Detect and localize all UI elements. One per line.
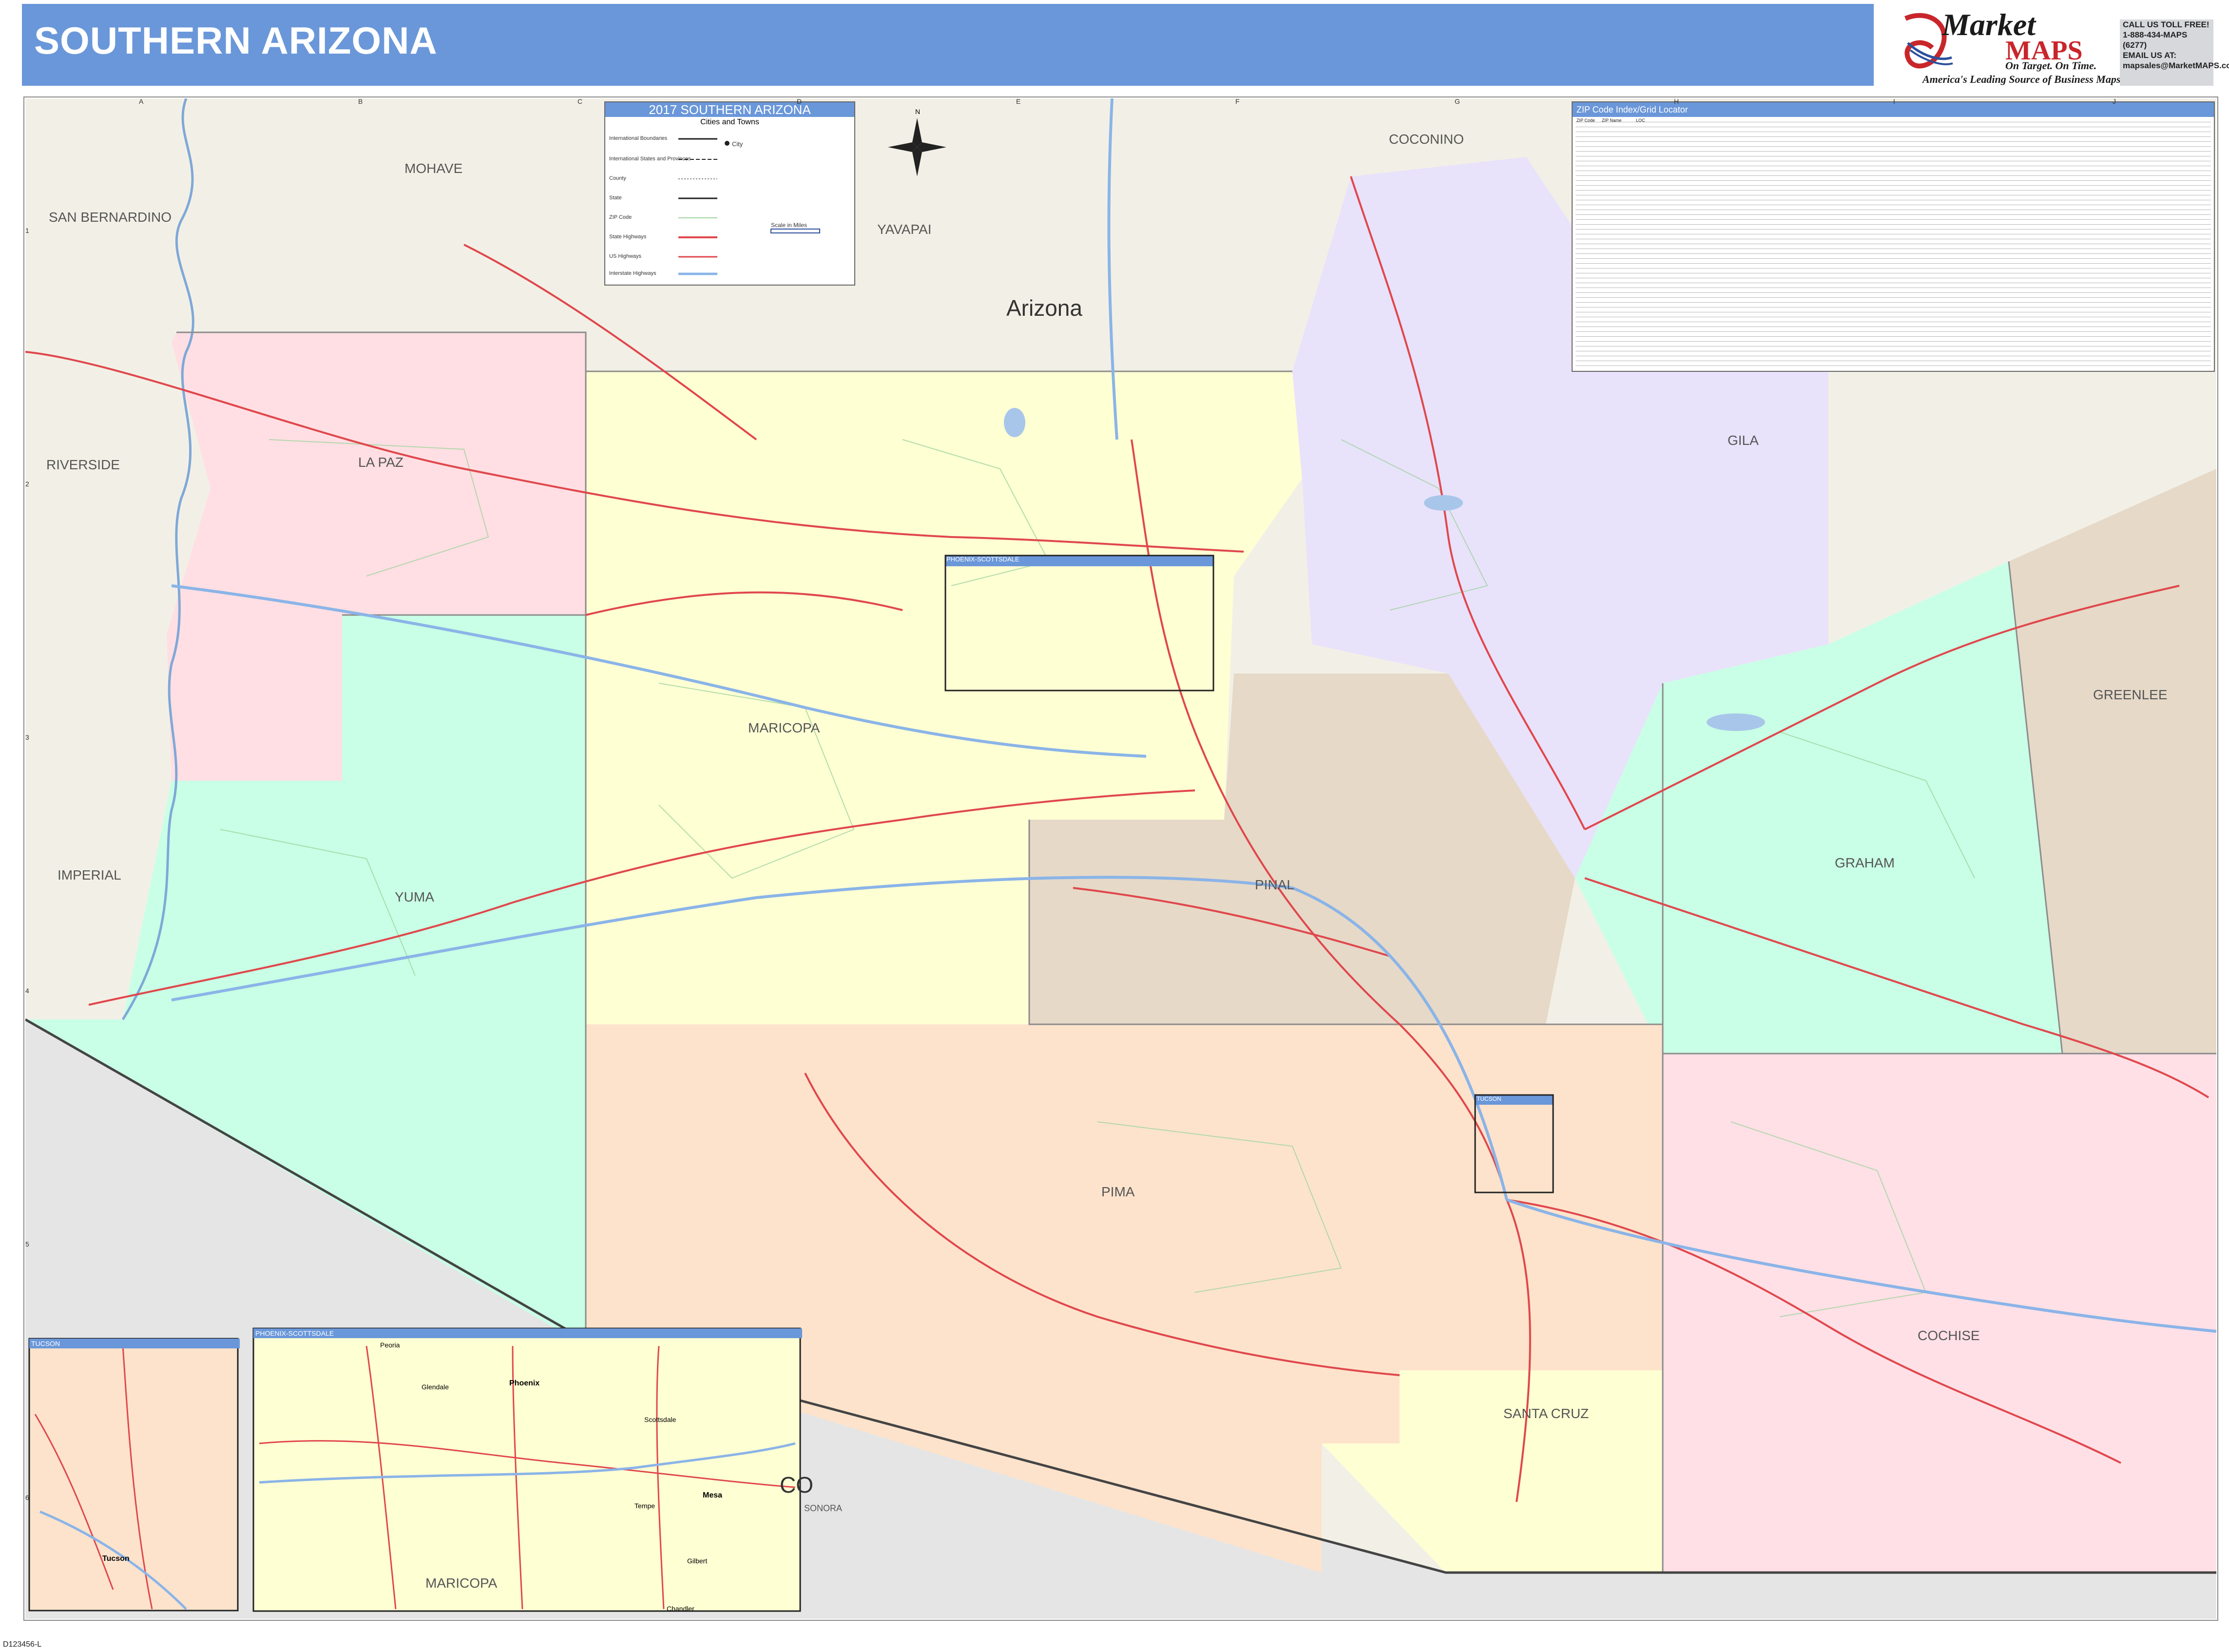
svg-text:N: N xyxy=(915,108,920,115)
inset-county-label: MARICOPA xyxy=(425,1575,498,1591)
brand-tagline: On Target. On Time. xyxy=(2005,59,2097,72)
grid-col-label: G xyxy=(1455,97,1460,105)
product-code: D123456-L xyxy=(3,1640,42,1649)
inset-city-label: Peoria xyxy=(380,1341,400,1349)
grid-col-label: C xyxy=(577,97,583,105)
county-label: RIVERSIDE xyxy=(46,457,120,472)
lake xyxy=(1424,495,1463,511)
legend-symbols xyxy=(678,138,820,275)
contact-box: CALL US TOLL FREE! 1-888-434-MAPS (6277)… xyxy=(2120,19,2229,86)
grid-col-label: B xyxy=(358,97,363,105)
county-label: MARICOPA xyxy=(748,720,820,735)
state-label: Arizona xyxy=(1006,295,1082,321)
inset-city-label: Glendale xyxy=(422,1383,449,1391)
contact-line[interactable]: 1-888-434-MAPS (6277) xyxy=(2120,30,2213,50)
county-label: COCONINO xyxy=(1389,132,1464,147)
grid-col-label: H xyxy=(1674,97,1679,105)
map-title: SOUTHERN ARIZONA xyxy=(34,19,438,62)
county-label: LA PAZ xyxy=(358,455,404,470)
zip-index: ZIP Code Index/Grid Locator ZIP Code ZIP… xyxy=(1572,101,2215,372)
tucson-locator-title[interactable]: TUCSON xyxy=(1477,1095,1501,1102)
legend: 2017 SOUTHERN ARIZONA Cities and Towns I… xyxy=(604,101,855,286)
county-label: GILA xyxy=(1728,433,1759,448)
phoenix-locator-title[interactable]: PHOENIX-SCOTTSDALE xyxy=(946,556,1019,563)
county-label: PINAL xyxy=(1255,877,1294,892)
brand-subtitle: America's Leading Source of Business Map… xyxy=(1922,73,2121,85)
county-label: GREENLEE xyxy=(2093,687,2168,702)
grid-row-label: 3 xyxy=(25,733,29,741)
phoenix-inset-panel xyxy=(252,1327,801,1612)
grid-col-label: E xyxy=(1016,97,1021,105)
grid-row-label: 6 xyxy=(25,1494,29,1501)
cochise-area xyxy=(1663,1054,2216,1573)
phoenix-inset-title: PHOENIX-SCOTTSDALE xyxy=(253,1328,802,1338)
inset-city-label: Scottsdale xyxy=(644,1416,676,1423)
grid-col-label: A xyxy=(139,97,144,105)
contact-line: EMAIL US AT: xyxy=(2123,51,2177,60)
county-label: PIMA xyxy=(1101,1184,1135,1199)
inset-city-label: Mesa xyxy=(703,1491,723,1499)
tucson-inset-title: TUCSON xyxy=(29,1339,240,1348)
contact-line[interactable]: mapsales@MarketMAPS.com xyxy=(2120,60,2229,71)
county-label: SAN BERNARDINO xyxy=(49,210,172,225)
county-label: SANTA CRUZ xyxy=(1503,1406,1589,1421)
county-label: GRAHAM xyxy=(1835,855,1895,870)
grid-row-label: 2 xyxy=(25,480,29,488)
country-label-fragment: CO xyxy=(780,1472,813,1498)
lake xyxy=(1004,408,1025,437)
lake xyxy=(1707,713,1765,731)
country-label: SONORA xyxy=(804,1503,843,1513)
grid-col-label: J xyxy=(2113,97,2116,105)
grid-col-label: D xyxy=(797,97,802,105)
inset-city-label: Gilbert xyxy=(687,1557,708,1565)
inset-city-label: Tempe xyxy=(634,1502,655,1510)
grid-row-label: 4 xyxy=(25,987,29,995)
county-label: MOHAVE xyxy=(404,161,463,176)
county-label: COCHISE xyxy=(1918,1328,1980,1343)
inset-city-label: Tucson xyxy=(102,1555,130,1563)
inset-city-label: Chandler xyxy=(667,1605,694,1613)
inset-city-label: Phoenix xyxy=(509,1379,540,1387)
zip-index-table xyxy=(1576,122,2211,370)
tucson-inset-panel xyxy=(28,1338,239,1612)
county-label: YUMA xyxy=(395,889,434,904)
county-label: YAVAPAI xyxy=(877,222,932,237)
grid-row-label: 1 xyxy=(25,227,29,234)
county-label: IMPERIAL xyxy=(58,867,121,883)
grid-col-label: F xyxy=(1235,97,1240,105)
grid-col-label: I xyxy=(1893,97,1895,105)
contact-line: CALL US TOLL FREE! xyxy=(2123,20,2210,29)
grid-row-label: 5 xyxy=(25,1240,29,1248)
